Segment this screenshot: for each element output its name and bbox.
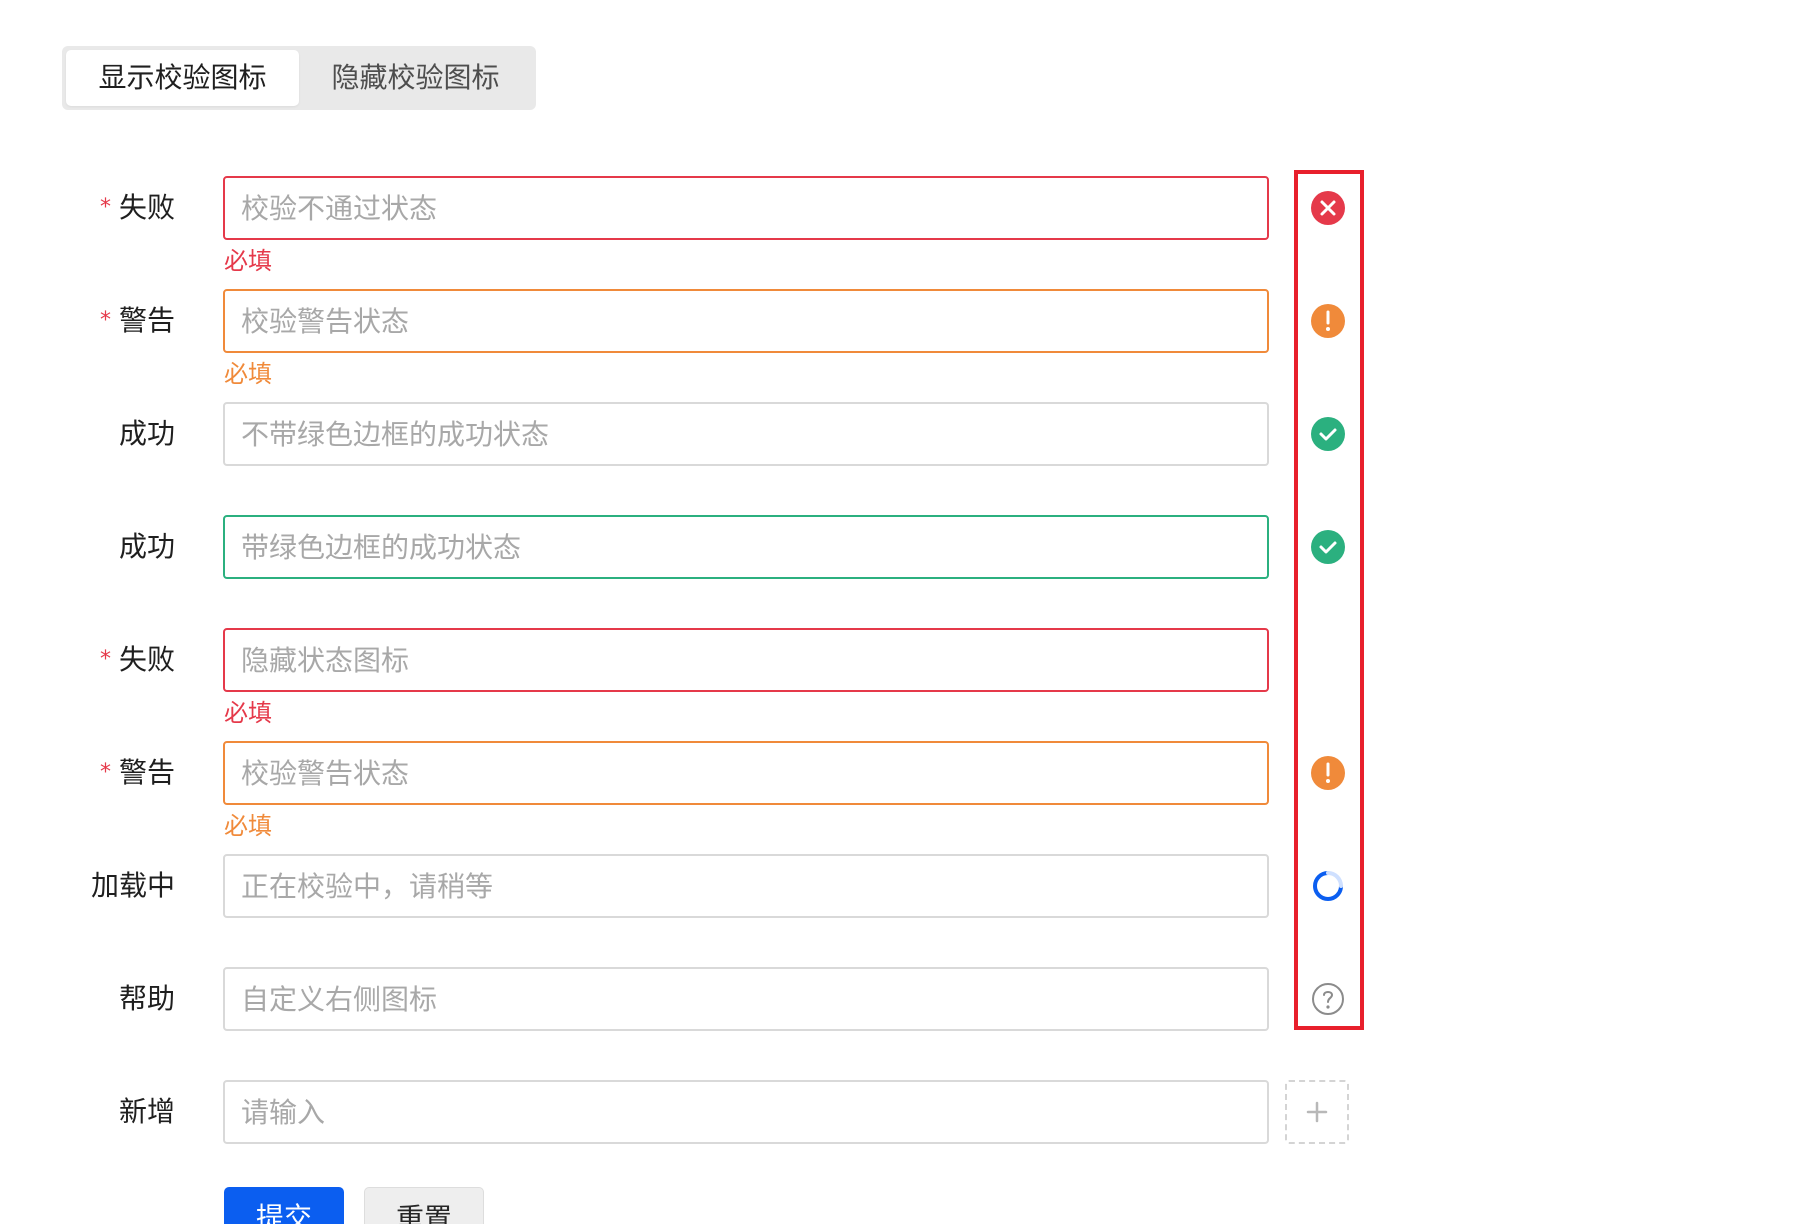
form-row-success-border: 成功 bbox=[0, 515, 1800, 579]
field-label-error: * 失败 bbox=[99, 643, 175, 676]
add-row-button[interactable] bbox=[1285, 1080, 1349, 1144]
form-row-help: 帮助 bbox=[0, 967, 1800, 1031]
reset-button[interactable]: 重置 bbox=[364, 1187, 484, 1224]
error-input[interactable] bbox=[223, 176, 1269, 240]
submit-button[interactable]: 提交 bbox=[224, 1187, 344, 1224]
field-label-error: * 失败 bbox=[99, 191, 175, 224]
field-label-success: 成功 bbox=[118, 417, 175, 450]
add-input[interactable] bbox=[223, 1080, 1269, 1144]
field-label-success: 成功 bbox=[118, 530, 175, 563]
field-label-warning: * 警告 bbox=[99, 756, 175, 789]
warning-helper-text: 必填 bbox=[224, 812, 272, 840]
error-helper-text: 必填 bbox=[224, 247, 272, 275]
form-row-error: *失败 必填 bbox=[0, 176, 1800, 275]
field-label-help: 帮助 bbox=[118, 982, 175, 1015]
form-row-loading: 加载中 bbox=[0, 854, 1800, 918]
form-row-warning-2: *警告 必填 bbox=[0, 741, 1800, 840]
plus-icon bbox=[1306, 1101, 1328, 1123]
loading-spinner-icon bbox=[1313, 871, 1343, 901]
tab-show-validation-icons[interactable]: 显示校验图标 bbox=[66, 50, 299, 106]
warning-input[interactable] bbox=[223, 289, 1269, 353]
custom-right-icon-input[interactable] bbox=[223, 967, 1269, 1031]
loading-input[interactable] bbox=[223, 854, 1269, 918]
required-mark: * bbox=[99, 195, 111, 220]
form-row-warning: *警告 必填 bbox=[0, 289, 1800, 388]
success-border-input[interactable] bbox=[223, 515, 1269, 579]
help-circle-icon[interactable] bbox=[1310, 981, 1346, 1017]
field-label-add: 新增 bbox=[118, 1095, 175, 1128]
success-check-icon bbox=[1311, 530, 1345, 564]
tab-hide-validation-icons[interactable]: 隐藏校验图标 bbox=[299, 50, 532, 106]
form-row-add: 新增 bbox=[0, 1080, 1800, 1144]
error-circle-icon bbox=[1311, 191, 1345, 225]
validation-form-page: 显示校验图标 隐藏校验图标 *失败 必填 *警告 必填 成功 bbox=[0, 0, 1800, 1224]
field-label-loading: 加载中 bbox=[90, 869, 175, 902]
warning-helper-text: 必填 bbox=[224, 360, 272, 388]
required-mark: * bbox=[99, 308, 111, 333]
required-mark: * bbox=[99, 647, 111, 672]
field-label-warning: * 警告 bbox=[99, 304, 175, 337]
success-no-border-input[interactable] bbox=[223, 402, 1269, 466]
warning-circle-icon bbox=[1311, 304, 1345, 338]
validation-icon-tabs: 显示校验图标 隐藏校验图标 bbox=[62, 46, 536, 110]
error-helper-text: 必填 bbox=[224, 699, 272, 727]
hidden-status-icon-input[interactable] bbox=[223, 628, 1269, 692]
form-row-hidden-icon: *失败 必填 bbox=[0, 628, 1800, 727]
warning-input[interactable] bbox=[223, 741, 1269, 805]
required-mark: * bbox=[99, 760, 111, 785]
warning-circle-icon bbox=[1311, 756, 1345, 790]
form-row-success-no-border: 成功 bbox=[0, 402, 1800, 466]
success-check-icon bbox=[1311, 417, 1345, 451]
